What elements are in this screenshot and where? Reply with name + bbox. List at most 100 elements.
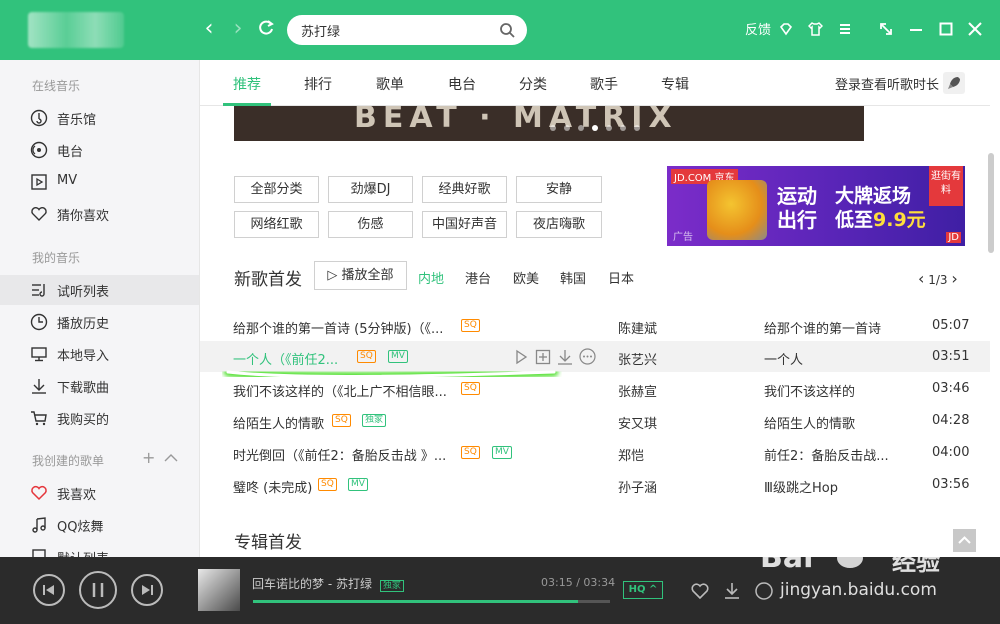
song-title[interactable]: 时光倒回（《前任2：备胎反击战 》... [233,445,455,464]
pager-prev-icon[interactable]: ‹ [918,269,924,288]
pause-button[interactable] [79,571,117,609]
refresh-button[interactable] [254,18,278,42]
sidebar-item-guess-you-like[interactable]: 猜你喜欢 [0,199,199,229]
song-artist[interactable]: 陈建斌 [618,318,657,337]
song-title[interactable]: 我们不该这样的（《北上广不相信眼... [233,381,455,400]
category-sad[interactable]: 伤感 [328,211,413,238]
category-classics[interactable]: 经典好歌 [422,176,507,203]
minimize-icon[interactable] [908,21,924,37]
song-title[interactable]: 给陌生人的情歌 [233,413,329,432]
progress-bar[interactable] [253,600,610,603]
sidebar-item-mv[interactable]: MV [0,167,199,197]
close-icon[interactable] [967,21,983,37]
ad-banner[interactable]: JD.COM 京东 运动 出行 大牌返场 低至9.9元 逛街有料 广告 JD [667,166,965,246]
filter-korea[interactable]: 韩国 [560,268,586,287]
sidebar-item-local-import[interactable]: 本地导入 [0,339,199,369]
carousel-dot[interactable] [606,125,612,131]
song-title[interactable]: 璧咚 (未完成) [233,477,313,496]
download-icon[interactable] [557,349,573,365]
song-artist[interactable]: 张艺兴 [618,349,657,368]
now-playing-artist[interactable]: 苏打绿 [336,577,372,591]
song-row[interactable]: 给那个谁的第一首诗 (5分钟版)（《... SQ 陈建斌 给那个谁的第一首诗 0… [200,310,990,341]
menu-icon[interactable] [838,22,852,36]
carousel-dot[interactable] [620,125,626,131]
song-album[interactable]: 给那个谁的第一首诗 [764,318,881,337]
sidebar-item-favorites[interactable]: 我喜欢 [0,478,199,508]
quality-button[interactable]: HQ ^ [623,581,663,599]
mv-badge[interactable]: MV [348,478,368,491]
song-artist[interactable]: 孙子涵 [618,477,657,496]
tab-albums[interactable]: 专辑 [661,74,689,94]
carousel-dot[interactable] [634,125,640,131]
carousel-dot[interactable] [550,125,556,131]
tab-recommend[interactable]: 推荐 [233,74,261,94]
scrollbar-thumb[interactable] [988,153,994,253]
play-all-button[interactable]: ▷ 播放全部 [314,261,407,290]
maximize-icon[interactable] [938,21,954,37]
sidebar-item-radio[interactable]: 电台 [0,135,199,165]
filter-western[interactable]: 欧美 [513,268,539,287]
category-quiet[interactable]: 安静 [516,176,602,203]
now-playing-song[interactable]: 回车诺比的梦 [252,577,324,591]
tab-charts[interactable]: 排行 [304,74,332,94]
song-row[interactable]: 璧咚 (未完成) SQ MV 孙子涵 Ⅲ级跳之Hop 03:56 [200,469,990,500]
hero-banner[interactable]: BEAT · MATRIX [234,106,864,141]
collapse-icon[interactable] [164,453,178,463]
song-artist[interactable]: 张赫宣 [618,381,657,400]
search-icon[interactable] [499,22,515,38]
song-artist[interactable]: 郑恺 [618,445,644,464]
song-artist[interactable]: 安又琪 [618,413,657,432]
diamond-icon[interactable] [779,22,793,36]
pager-next-icon[interactable]: › [951,269,957,288]
song-album[interactable]: 前任2：备胎反击战... [764,445,894,464]
sidebar-item-music-hall[interactable]: 音乐馆 [0,103,199,133]
filter-hk-tw[interactable]: 港台 [465,268,491,287]
prev-button[interactable] [33,574,65,606]
search-input[interactable] [301,21,491,39]
forward-button[interactable]: › [226,18,250,42]
category-all[interactable]: 全部分类 [234,176,319,203]
sidebar-item-downloads[interactable]: 下载歌曲 [0,371,199,401]
song-album[interactable]: 给陌生人的情歌 [764,413,855,432]
category-voice-of-china[interactable]: 中国好声音 [422,211,507,238]
mini-mode-icon[interactable] [878,21,894,37]
tab-singers[interactable]: 歌手 [590,74,618,94]
filter-japan[interactable]: 日本 [608,268,634,287]
user-avatar-blurred[interactable] [28,12,124,48]
add-playlist-icon[interactable]: + [142,448,155,467]
song-title[interactable]: 给那个谁的第一首诗 (5分钟版)（《... [233,318,455,337]
tab-playlists[interactable]: 歌单 [376,74,404,94]
tab-categories[interactable]: 分类 [519,74,547,94]
song-album[interactable]: Ⅲ级跳之Hop [764,477,838,496]
sidebar-item-trial-list[interactable]: 试听列表 [0,275,199,305]
next-button[interactable] [131,574,163,606]
search-box[interactable] [287,15,527,45]
login-listen-time-link[interactable]: 登录查看听歌时长 [835,74,939,93]
filter-mainland[interactable]: 内地 [418,268,444,287]
sidebar-item-default-list[interactable]: 默认列表 [0,542,199,557]
song-row[interactable]: 给陌生人的情歌 SQ 独家 安又琪 给陌生人的情歌 04:28 [200,405,990,436]
album-cover[interactable] [198,569,240,611]
download-icon[interactable] [722,581,742,601]
sidebar-item-history[interactable]: 播放历史 [0,307,199,337]
more-icon[interactable] [579,348,596,365]
category-dj[interactable]: 劲爆DJ [328,176,413,203]
add-to-list-icon[interactable] [535,349,551,365]
like-icon[interactable] [690,581,710,601]
play-icon[interactable] [513,349,529,365]
skin-shirt-icon[interactable] [808,22,823,36]
mv-badge[interactable]: MV [388,350,408,363]
song-album[interactable]: 一个人 [764,349,803,368]
carousel-dot-active[interactable] [592,125,598,131]
carousel-dot[interactable] [578,125,584,131]
mv-badge[interactable]: MV [492,446,512,459]
category-nightclub[interactable]: 夜店嗨歌 [516,211,602,238]
sidebar-item-purchased[interactable]: 我购买的 [0,403,199,433]
song-album[interactable]: 我们不该这样的 [764,381,855,400]
back-button[interactable]: ‹ [197,18,221,42]
rocket-icon[interactable] [943,72,965,94]
sidebar-item-qq-dance[interactable]: QQ炫舞 [0,510,199,540]
song-row[interactable]: 时光倒回（《前任2：备胎反击战 》... SQ MV 郑恺 前任2：备胎反击战.… [200,437,990,468]
tab-radio[interactable]: 电台 [448,74,476,94]
feedback-link[interactable]: 反馈 [745,19,771,38]
